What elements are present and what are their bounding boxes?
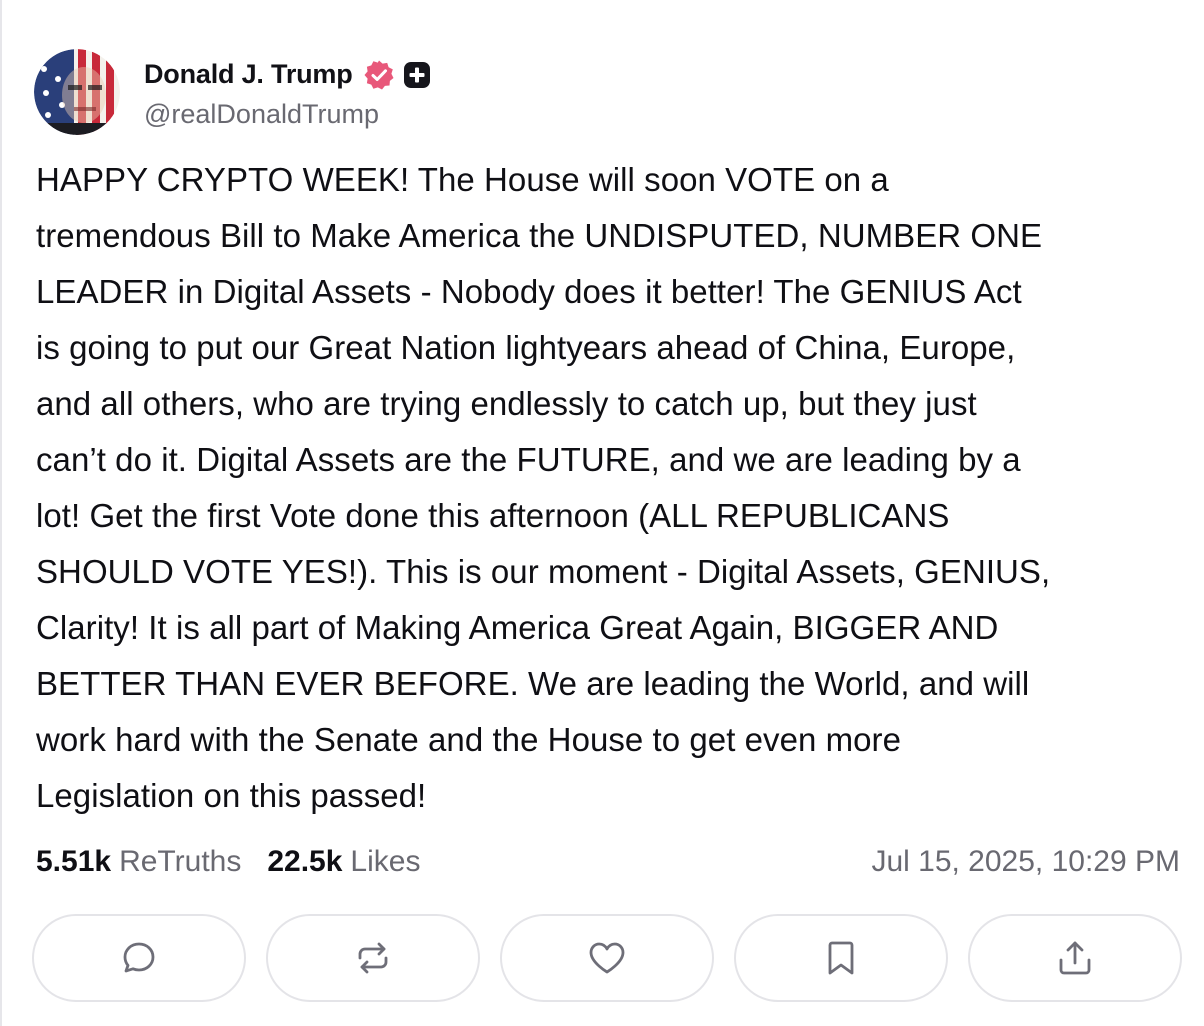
timestamp[interactable]: Jul 15, 2025, 10:29 PM: [871, 840, 1180, 884]
verified-badge-icon: [363, 59, 395, 91]
handle[interactable]: @realDonaldTrump: [144, 99, 431, 130]
likes-count[interactable]: 22.5k: [267, 845, 342, 879]
share-button[interactable]: [968, 914, 1182, 1002]
avatar[interactable]: [34, 49, 120, 135]
likes-label[interactable]: Likes: [350, 845, 420, 879]
retruths-label[interactable]: ReTruths: [119, 845, 241, 879]
bookmark-button[interactable]: [734, 914, 948, 1002]
share-icon: [1055, 938, 1095, 978]
like-icon: [586, 938, 628, 978]
display-name[interactable]: Donald J. Trump: [144, 59, 353, 90]
post-stats: 5.51k ReTruths 22.5k Likes: [36, 840, 420, 884]
reply-icon: [119, 938, 159, 978]
post-card: Donald J. Trump @realDonaldTrump HAPPY C…: [0, 0, 1204, 1026]
like-button[interactable]: [500, 914, 714, 1002]
bookmark-icon: [821, 938, 861, 978]
retruths-count[interactable]: 5.51k: [36, 845, 111, 879]
retruth-icon: [353, 938, 393, 978]
retruth-button[interactable]: [266, 914, 480, 1002]
post-text: HAPPY CRYPTO WEEK! The House will soon V…: [36, 161, 1051, 814]
action-bar: [32, 914, 1182, 1002]
name-row: Donald J. Trump: [144, 55, 431, 95]
author-names: Donald J. Trump @realDonaldTrump: [144, 55, 431, 130]
plus-badge-icon: [403, 61, 431, 89]
post-header: Donald J. Trump @realDonaldTrump: [34, 46, 431, 138]
reply-button[interactable]: [32, 914, 246, 1002]
